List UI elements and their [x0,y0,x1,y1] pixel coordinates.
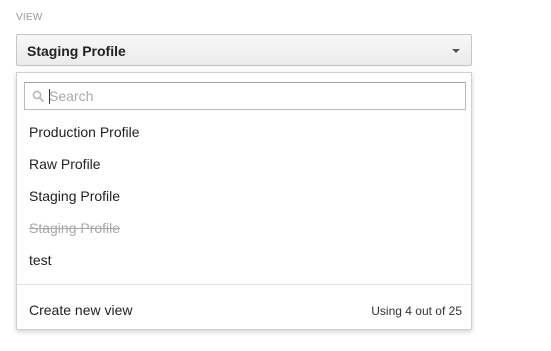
search-icon [32,90,44,102]
view-option-test[interactable]: test [29,252,52,268]
view-selector-panel: VIEW Staging Profile Production Profile … [0,0,551,351]
view-option-raw-profile[interactable]: Raw Profile [29,156,101,172]
menu-divider [17,284,471,285]
view-dropdown-menu: Production Profile Raw Profile Staging P… [16,72,472,330]
chevron-down-icon [452,49,460,53]
view-option-production-profile[interactable]: Production Profile [29,124,140,140]
search-input[interactable] [49,86,449,106]
view-select-button[interactable]: Staging Profile [16,34,472,66]
view-option-staging-profile-disabled: Staging Profile [29,220,121,236]
view-usage-count: Using 4 out of 25 [371,304,462,318]
create-new-view-link[interactable]: Create new view [29,302,133,318]
search-field[interactable] [24,82,466,110]
view-option-staging-profile[interactable]: Staging Profile [29,188,120,204]
text-cursor [49,89,50,104]
selected-view-value: Staging Profile [27,43,126,59]
view-section-label: VIEW [16,12,43,23]
